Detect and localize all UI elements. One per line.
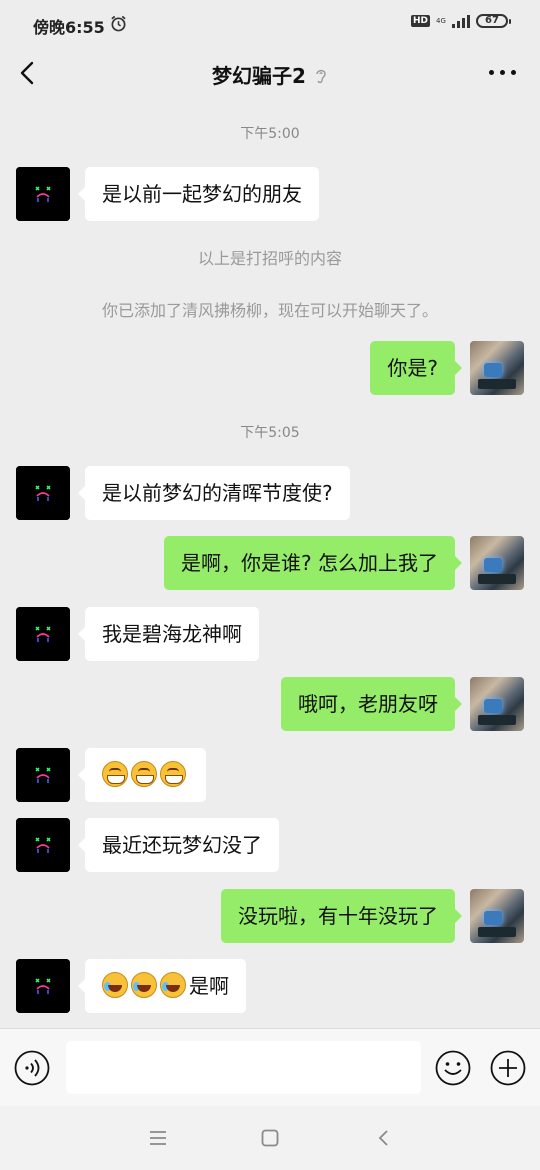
neon-face-icon <box>16 818 70 872</box>
message-bubble[interactable]: 我是碧海龙神啊 <box>78 607 259 661</box>
message-bubble[interactable]: 哦呵，老朋友呀 <box>281 677 462 731</box>
neon-face-icon <box>16 748 70 802</box>
message-row: 我是碧海龙神啊 <box>0 606 540 662</box>
network-type: 4G <box>436 16 446 25</box>
chat-input-bar <box>0 1028 540 1106</box>
more-actions-plus-icon[interactable] <box>490 1050 526 1086</box>
voice-input-icon[interactable] <box>14 1050 50 1086</box>
message-row: 哦呵，老朋友呀 <box>0 676 540 732</box>
grin-emoji-icon <box>160 761 186 787</box>
chat-title-text: 梦幻骗子2 <box>212 64 306 88</box>
message-list[interactable]: 下午5:00 是以前一起梦幻的朋友 以上是打招呼的内容 你已添加了清风拂杨柳，现… <box>0 100 540 1028</box>
more-options-icon[interactable] <box>489 70 516 75</box>
message-row: 是以前梦幻的清晖节度使? <box>0 465 540 521</box>
my-avatar[interactable] <box>470 677 524 731</box>
time-separator: 下午5:00 <box>240 126 300 142</box>
message-row: 是啊 <box>0 958 540 1014</box>
message-bubble[interactable]: 是啊 <box>78 959 246 1013</box>
earpiece-mode-icon <box>316 69 326 84</box>
time-separator: 下午5:05 <box>240 425 300 441</box>
neon-face-icon <box>16 466 70 520</box>
my-avatar[interactable] <box>470 536 524 590</box>
status-time: 傍晚6:55 <box>33 18 105 37</box>
contact-avatar[interactable] <box>16 167 70 221</box>
chat-header: 梦幻骗子2 <box>0 48 540 100</box>
emoji-picker-icon[interactable] <box>435 1050 471 1086</box>
contact-avatar[interactable] <box>16 748 70 802</box>
message-text: 是啊 <box>189 974 229 998</box>
laugh-cry-emoji-icon <box>102 972 128 998</box>
alarm-icon <box>111 15 126 32</box>
battery-icon: 67 <box>476 14 511 28</box>
contact-avatar[interactable] <box>16 959 70 1013</box>
message-row: 是以前一起梦幻的朋友 <box>0 166 540 222</box>
message-row: 是啊，你是谁? 怎么加上我了 <box>0 535 540 591</box>
hd-badge: HD <box>410 15 430 27</box>
message-row: 最近还玩梦幻没了 <box>0 817 540 873</box>
laugh-cry-emoji-icon <box>160 972 186 998</box>
message-input[interactable] <box>66 1041 421 1094</box>
menu-icon[interactable] <box>146 1126 170 1150</box>
grin-emoji-icon <box>102 761 128 787</box>
message-bubble[interactable]: 没玩啦，有十年没玩了 <box>221 889 462 943</box>
message-bubble[interactable]: 最近还玩梦幻没了 <box>78 818 279 872</box>
back-icon[interactable] <box>372 1126 396 1150</box>
neon-face-icon <box>16 607 70 661</box>
laugh-cry-emoji-icon <box>131 972 157 998</box>
message-row: 没玩啦，有十年没玩了 <box>0 888 540 944</box>
message-bubble[interactable]: 是以前梦幻的清晖节度使? <box>78 466 350 520</box>
chat-title: 梦幻骗子2 <box>0 60 540 89</box>
my-avatar[interactable] <box>470 341 524 395</box>
contact-avatar[interactable] <box>16 607 70 661</box>
message-bubble[interactable]: 是啊，你是谁? 怎么加上我了 <box>164 536 462 590</box>
home-icon[interactable] <box>258 1126 282 1150</box>
message-bubble[interactable]: 你是? <box>370 341 462 395</box>
system-message: 你已添加了清风拂杨柳，现在可以开始聊天了。 <box>101 301 438 320</box>
status-bar: 傍晚6:55 HD 4G 67 <box>0 0 540 48</box>
message-row <box>0 747 540 803</box>
system-nav-bar <box>0 1106 540 1170</box>
grin-emoji-icon <box>131 761 157 787</box>
message-bubble[interactable] <box>78 748 206 802</box>
neon-face-icon <box>16 959 70 1013</box>
my-avatar[interactable] <box>470 889 524 943</box>
contact-avatar[interactable] <box>16 466 70 520</box>
message-bubble[interactable]: 是以前一起梦幻的朋友 <box>78 167 319 221</box>
message-row: 你是? <box>0 340 540 396</box>
signal-icon <box>452 14 470 28</box>
contact-avatar[interactable] <box>16 818 70 872</box>
neon-face-icon <box>16 167 70 221</box>
system-message: 以上是打招呼的内容 <box>197 249 342 268</box>
